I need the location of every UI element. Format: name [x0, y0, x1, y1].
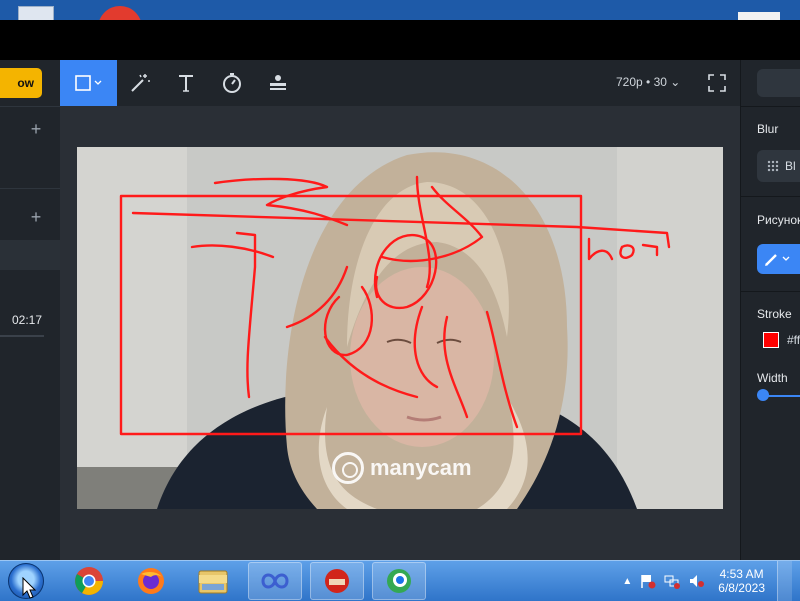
taskbar-clock[interactable]: 4:53 AM 6/8/2023 — [718, 567, 765, 595]
manycam-logo-icon — [332, 452, 364, 484]
resolution-dropdown[interactable]: 720p • 30 ⌄ — [616, 75, 680, 89]
taskbar-explorer[interactable] — [186, 562, 240, 600]
windows-taskbar: ▲ 4:53 AM 6/8/2023 — [0, 560, 800, 601]
add-button-top[interactable]: + — [28, 120, 44, 138]
blur-option-button[interactable]: Bl — [757, 150, 800, 182]
magic-wand-icon — [131, 74, 150, 92]
network-icon[interactable] — [664, 573, 681, 589]
taskbar-firefox[interactable] — [124, 562, 178, 600]
select-tool-button[interactable] — [60, 60, 117, 106]
desktop-window-icon[interactable] — [18, 6, 54, 20]
right-panel: Blur Bl Рисунок Stroke #ff Width — [740, 60, 800, 560]
taskbar-manycam[interactable] — [372, 562, 426, 600]
fullscreen-icon — [708, 74, 726, 92]
manycam-icon — [387, 569, 411, 593]
divider — [741, 291, 800, 292]
firefox-icon — [138, 568, 164, 594]
yellow-action-button[interactable]: ow — [0, 68, 42, 98]
show-desktop-button[interactable] — [777, 561, 792, 601]
stroke-color-value[interactable]: #ff — [787, 333, 800, 347]
timer-readout: 02:17 — [12, 313, 43, 327]
right-top-button[interactable] — [757, 69, 800, 97]
lower-third-tool-button[interactable] — [255, 60, 301, 106]
pen-tool-button[interactable] — [757, 244, 800, 274]
video-preview[interactable]: manycam — [77, 147, 723, 509]
mouse-cursor-icon — [22, 577, 36, 599]
stroke-color-swatch[interactable] — [763, 332, 779, 348]
red-app-icon — [325, 569, 349, 593]
action-center-flag-icon[interactable] — [640, 573, 656, 589]
chevron-down-icon: ⌄ — [670, 75, 681, 89]
blur-title: Blur — [757, 122, 779, 136]
window-titlebar — [0, 20, 800, 60]
clock-time: 4:53 AM — [719, 567, 764, 581]
drawing-title: Рисунок — [757, 213, 800, 227]
timeline-slider[interactable] — [0, 335, 44, 337]
text-icon — [179, 75, 193, 92]
add-button-middle[interactable]: + — [28, 208, 44, 226]
pen-icon — [765, 254, 790, 266]
tray-expand-icon[interactable]: ▲ — [622, 576, 632, 587]
taskbar-app-red[interactable] — [310, 562, 364, 600]
manycam-watermark: manycam — [332, 452, 472, 484]
blur-grid-icon — [767, 160, 779, 172]
magic-tool-button[interactable] — [117, 60, 163, 106]
fullscreen-button[interactable] — [694, 60, 740, 106]
square-select-icon — [74, 75, 101, 91]
taskbar-app-infinity[interactable] — [248, 562, 302, 600]
clock-date: 6/8/2023 — [718, 581, 765, 595]
divider — [741, 196, 800, 197]
left-panel: ow + + 02:17 — [0, 60, 61, 560]
manycam-app: ow + + 02:17 720p • 30 ⌄ manycam Blur Bl… — [0, 60, 800, 560]
chrome-icon — [75, 567, 103, 595]
folder-icon — [198, 570, 228, 594]
taskbar-chrome[interactable] — [62, 562, 116, 600]
width-slider-knob[interactable] — [757, 389, 769, 401]
watermark-text: manycam — [370, 455, 472, 480]
timer-tool-button[interactable] — [209, 60, 255, 106]
divider — [0, 188, 60, 189]
drawing-toolbar: 720p • 30 ⌄ — [60, 60, 740, 107]
blur-option-label: Bl — [785, 159, 796, 173]
preview-stage: manycam — [60, 106, 740, 560]
width-title: Width — [757, 371, 788, 385]
resolution-value: 720p • 30 — [616, 75, 667, 89]
stroke-title: Stroke — [757, 307, 792, 321]
infinity-icon — [261, 573, 289, 589]
lower-third-icon — [270, 75, 286, 90]
timer-icon — [223, 73, 241, 93]
text-tool-button[interactable] — [163, 60, 209, 106]
system-tray: ▲ 4:53 AM 6/8/2023 — [622, 561, 800, 601]
desktop-window-edge — [738, 12, 780, 20]
left-list-item[interactable] — [0, 240, 60, 270]
desktop-red-app-icon[interactable] — [98, 6, 142, 20]
volume-muted-icon[interactable] — [688, 573, 705, 589]
divider — [0, 106, 60, 107]
divider — [741, 106, 800, 107]
desktop-background — [0, 0, 800, 20]
